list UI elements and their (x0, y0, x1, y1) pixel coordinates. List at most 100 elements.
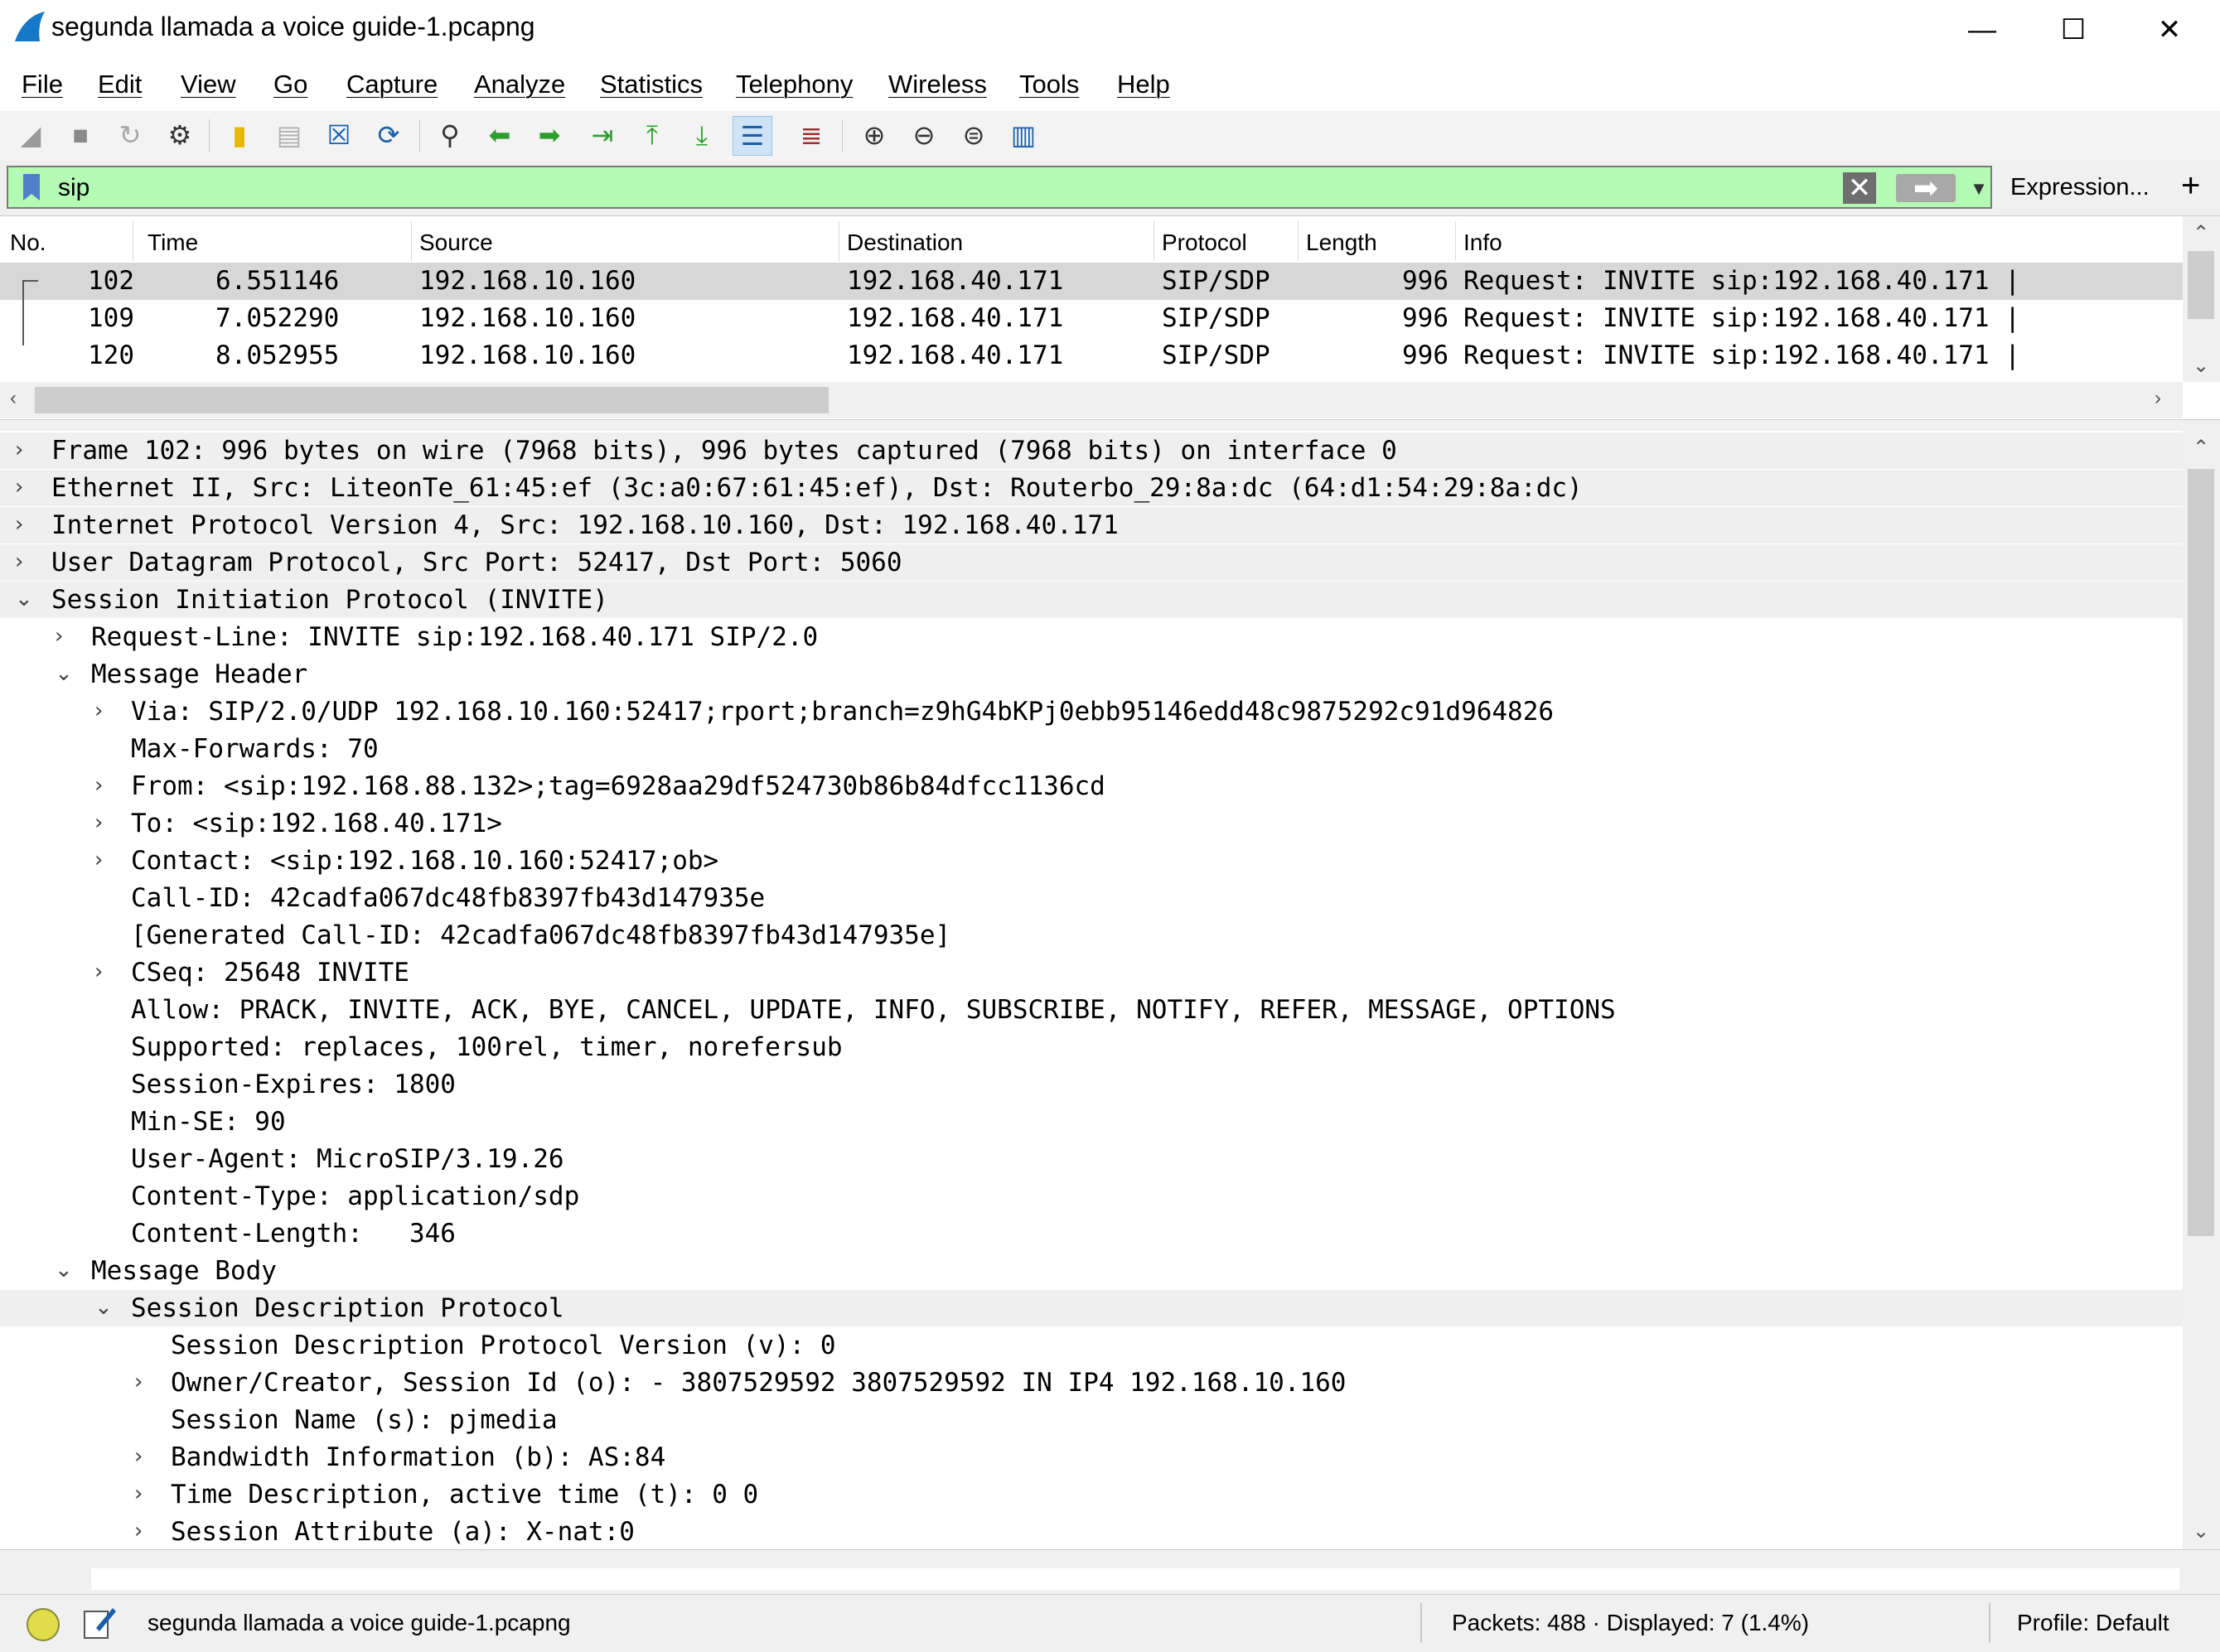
resize-columns-icon[interactable]: ▥ (1004, 116, 1042, 154)
menu-edit[interactable]: Edit (98, 70, 142, 99)
add-filter-button[interactable]: + (2181, 167, 2200, 205)
zoom-out-icon[interactable]: ⊖ (905, 116, 943, 154)
reload-file-icon[interactable]: ⟳ (370, 116, 408, 154)
menu-capture[interactable]: Capture (346, 70, 438, 99)
tree-item[interactable]: › Request-Line: INVITE sip:192.168.40.171… (0, 619, 2183, 655)
menu-help[interactable]: Help (1117, 70, 1170, 99)
expand-icon[interactable]: › (134, 1481, 143, 1506)
expand-icon[interactable]: › (94, 959, 103, 984)
packet-row[interactable]: 120 8.052955 192.168.10.160 192.168.40.1… (0, 337, 2183, 374)
minimize-button[interactable]: — (1936, 0, 2029, 60)
collapse-icon[interactable]: ⌄ (15, 587, 33, 611)
status-profile[interactable]: Profile: Default (2017, 1610, 2169, 1636)
tree-item[interactable]: › Owner/Creator, Session Id (o): - 380752… (0, 1365, 2183, 1401)
close-file-icon[interactable]: ☒ (320, 116, 358, 154)
scroll-left-icon[interactable]: ‹ (10, 387, 17, 410)
start-capture-icon[interactable]: ◢ (12, 116, 50, 154)
tree-item[interactable]: › Time Description, active time (t): 0 0 (0, 1476, 2183, 1513)
scroll-right-icon[interactable]: › (2155, 387, 2161, 410)
autoscroll-icon[interactable]: ☰ (733, 116, 772, 156)
tree-item[interactable]: › To: <sip:192.168.40.171> (0, 805, 2183, 842)
tree-item[interactable]: ⌄ Message Header (0, 656, 2183, 693)
tree-item[interactable]: Content-Type: application/sdp (0, 1178, 2183, 1215)
expand-icon[interactable]: › (15, 475, 23, 500)
expand-icon[interactable]: › (94, 698, 103, 723)
chevron-down-icon[interactable]: ▼ (1969, 172, 1989, 205)
open-file-icon[interactable]: ▮ (220, 116, 259, 154)
tree-item[interactable]: › From: <sip:192.168.88.132>;tag=6928aa29… (0, 768, 2183, 804)
expand-icon[interactable]: › (15, 549, 23, 574)
scroll-up-icon[interactable]: ⌃ (2193, 436, 2209, 460)
save-file-icon[interactable]: ▤ (270, 116, 308, 154)
details-scroll-thumb[interactable] (2188, 469, 2214, 1236)
zoom-in-icon[interactable]: ⊕ (855, 116, 893, 154)
menu-go[interactable]: Go (273, 70, 307, 99)
tree-item[interactable]: ⌄ Session Description Protocol (0, 1290, 2183, 1326)
tree-item[interactable]: › Via: SIP/2.0/UDP 192.168.10.160:52417;r… (0, 693, 2183, 730)
collapse-icon[interactable]: ⌄ (55, 661, 73, 686)
go-to-packet-icon[interactable]: ⇥ (583, 116, 622, 154)
tree-item[interactable]: Call-ID: 42cadfa067dc48fb8397fb43d147935… (0, 880, 2183, 916)
colorize-icon[interactable]: ≣ (792, 116, 830, 154)
tree-item[interactable]: › Contact: <sip:192.168.10.160:52417;ob> (0, 843, 2183, 879)
pane-splitter[interactable] (0, 419, 2220, 432)
tree-item[interactable]: › Frame 102: 996 bytes on wire (7968 bits… (0, 432, 2183, 469)
normal-size-icon[interactable]: ⊜ (955, 116, 993, 154)
column-header-info[interactable]: Info (1463, 229, 1502, 256)
packet-list-hscroll-thumb[interactable] (35, 387, 829, 413)
menu-telephony[interactable]: Telephony (736, 70, 853, 99)
tree-item[interactable]: ⌄ Session Initiation Protocol (INVITE) (0, 582, 2183, 618)
packet-row[interactable]: 102 6.551146 192.168.10.160 192.168.40.1… (0, 263, 2183, 345)
collapse-icon[interactable]: ⌄ (55, 1258, 73, 1282)
clear-filter-icon[interactable]: ✕ (1843, 172, 1876, 204)
tree-item[interactable]: Content-Length: 346 (0, 1215, 2183, 1252)
tree-item[interactable]: Max-Forwards: 70 (0, 731, 2183, 767)
expand-icon[interactable]: › (55, 624, 63, 649)
expand-icon[interactable]: › (94, 810, 103, 835)
tree-item[interactable]: › User Datagram Protocol, Src Port: 52417… (0, 544, 2183, 581)
expand-icon[interactable]: › (134, 1369, 143, 1394)
tree-item[interactable]: Session-Expires: 1800 (0, 1066, 2183, 1103)
column-header-no[interactable]: No. (10, 229, 46, 256)
tree-item[interactable]: › CSeq: 25648 INVITE (0, 954, 2183, 991)
menu-file[interactable]: File (22, 70, 63, 99)
stop-capture-icon[interactable]: ■ (61, 116, 99, 154)
first-packet-icon[interactable]: ⤒ (633, 116, 671, 154)
last-packet-icon[interactable]: ⤓ (683, 116, 721, 154)
find-packet-icon[interactable]: ⚲ (431, 116, 469, 154)
restart-capture-icon[interactable]: ↻ (111, 116, 149, 154)
column-header-protocol[interactable]: Protocol (1162, 229, 1247, 256)
column-header-destination[interactable]: Destination (847, 229, 963, 256)
packet-bytes-pane[interactable] (91, 1568, 2179, 1590)
go-forward-icon[interactable]: ➡ (530, 116, 568, 154)
tree-item[interactable]: Allow: PRACK, INVITE, ACK, BYE, CANCEL, … (0, 992, 2183, 1028)
close-button[interactable]: ✕ (2123, 0, 2216, 60)
expand-icon[interactable]: › (15, 437, 23, 462)
tree-item[interactable]: › Bandwidth Information (b): AS:84 (0, 1439, 2183, 1476)
scroll-up-icon[interactable]: ⌃ (2193, 221, 2209, 245)
expand-icon[interactable]: › (94, 773, 103, 798)
scroll-down-icon[interactable]: ⌄ (2193, 1519, 2209, 1543)
maximize-button[interactable]: ☐ (2027, 0, 2120, 60)
packet-row[interactable]: 109 7.052290 192.168.10.160 192.168.40.1… (0, 300, 2183, 337)
tree-item[interactable]: › Internet Protocol Version 4, Src: 192.1… (0, 507, 2183, 543)
edit-comment-icon[interactable] (81, 1603, 118, 1643)
expression-button[interactable]: Expression... (2010, 174, 2150, 201)
tree-item[interactable]: [Generated Call-ID: 42cadfa067dc48fb8397… (0, 917, 2183, 954)
column-header-source[interactable]: Source (419, 229, 493, 256)
column-header-length[interactable]: Length (1306, 229, 1377, 256)
menu-analyze[interactable]: Analyze (474, 70, 565, 99)
expand-icon[interactable]: › (94, 848, 103, 872)
display-filter-input[interactable] (56, 171, 1841, 205)
expand-icon[interactable]: › (134, 1444, 143, 1469)
tree-item[interactable]: Supported: replaces, 100rel, timer, nore… (0, 1029, 2183, 1065)
capture-options-icon[interactable]: ⚙ (161, 116, 199, 154)
menu-tools[interactable]: Tools (1019, 70, 1079, 99)
expand-icon[interactable]: › (15, 512, 23, 537)
column-header-time[interactable]: Time (148, 229, 198, 256)
go-back-icon[interactable]: ⬅ (481, 116, 519, 154)
menu-view[interactable]: View (181, 70, 236, 99)
collapse-icon[interactable]: ⌄ (94, 1295, 113, 1320)
tree-item[interactable]: › Session Attribute (a): X-nat:0 (0, 1514, 2183, 1550)
bookmark-icon[interactable] (15, 172, 48, 202)
